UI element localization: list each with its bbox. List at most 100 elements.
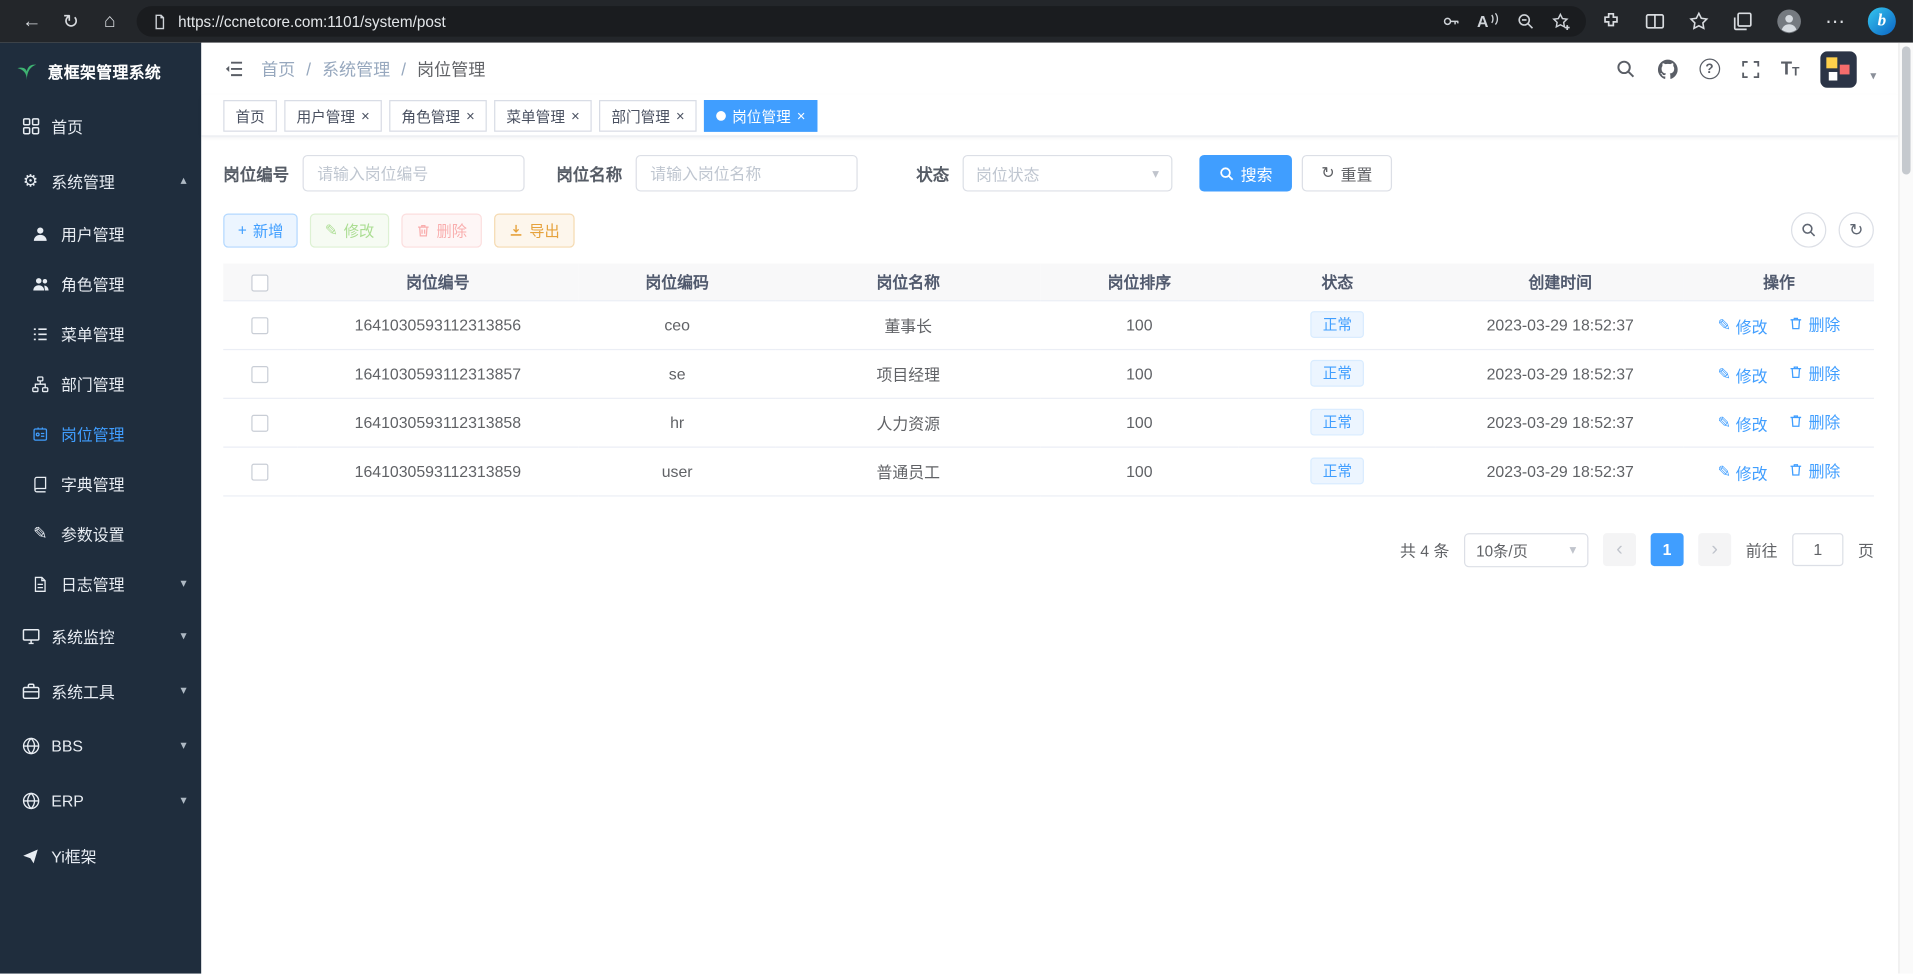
avatar-dropdown-icon[interactable]: ▾ [1870, 69, 1876, 87]
toggle-search-button[interactable] [1791, 212, 1826, 247]
sidebar-item-dictionary[interactable]: 字典管理 [0, 459, 201, 509]
post-code-input[interactable] [303, 155, 525, 192]
col-status[interactable]: 状态 [1238, 264, 1436, 301]
row-checkbox[interactable] [252, 366, 269, 383]
next-page-button[interactable]: › [1698, 533, 1731, 566]
col-post-id[interactable]: 岗位编号 [298, 264, 579, 301]
tab-departments[interactable]: 部门管理 × [599, 100, 697, 132]
sidebar-item-parameters[interactable]: ✎ 参数设置 [0, 509, 201, 559]
close-icon[interactable]: × [571, 109, 580, 124]
row-checkbox[interactable] [252, 317, 269, 334]
tab-home[interactable]: 首页 [223, 100, 277, 132]
table-row[interactable]: 1641030593112313856 ceo 董事长 100 正常 2023-… [223, 300, 1874, 349]
tab-posts[interactable]: 岗位管理 × [704, 100, 817, 132]
extensions-icon[interactable] [1601, 11, 1622, 32]
close-icon[interactable]: × [676, 109, 685, 124]
split-screen-icon[interactable] [1645, 11, 1666, 32]
app-logo[interactable]: 意框架管理系统 [0, 43, 201, 99]
breadcrumb: 首页 / 系统管理 / 岗位管理 [261, 57, 485, 81]
tab-menus[interactable]: 菜单管理 × [494, 100, 592, 132]
breadcrumb-separator: / [306, 59, 311, 79]
table-row[interactable]: 1641030593112313858 hr 人力资源 100 正常 2023-… [223, 398, 1874, 447]
refresh-table-button[interactable]: ↻ [1839, 212, 1874, 247]
tab-users[interactable]: 用户管理 × [284, 100, 382, 132]
sidebar-item-yi-framework[interactable]: Yi框架 [0, 828, 201, 883]
row-edit-link[interactable]: ✎修改 [1718, 314, 1768, 337]
sidebar-collapse-icon[interactable] [223, 59, 244, 80]
favorites-bar-icon[interactable] [1688, 11, 1709, 32]
select-all-checkbox[interactable] [252, 274, 269, 291]
row-delete-link[interactable]: 删除 [1789, 458, 1840, 481]
row-delete-link[interactable]: 删除 [1789, 312, 1840, 335]
bing-copilot-icon[interactable]: b [1868, 7, 1896, 35]
breadcrumb-system[interactable]: 系统管理 [322, 57, 390, 81]
reset-button[interactable]: ↻ 重置 [1302, 155, 1392, 192]
github-icon[interactable] [1656, 58, 1678, 80]
post-name-input[interactable] [636, 155, 858, 192]
status-select[interactable]: 岗位状态 ▾ [963, 155, 1173, 192]
prev-page-button[interactable]: ‹ [1603, 533, 1636, 566]
dashboard-icon [21, 117, 41, 135]
col-post-code[interactable]: 岗位编码 [578, 264, 776, 301]
breadcrumb-home[interactable]: 首页 [261, 57, 295, 81]
current-page-button[interactable]: 1 [1651, 533, 1684, 566]
row-delete-link[interactable]: 删除 [1789, 409, 1840, 432]
sidebar-item-departments[interactable]: 部门管理 [0, 359, 201, 409]
col-post-name[interactable]: 岗位名称 [776, 264, 1040, 301]
row-edit-link[interactable]: ✎修改 [1718, 363, 1768, 386]
goto-page-input[interactable] [1792, 533, 1843, 566]
password-key-icon[interactable] [1442, 12, 1460, 30]
tab-roles[interactable]: 角色管理 × [389, 100, 487, 132]
help-icon[interactable]: ? [1699, 59, 1720, 80]
page-size-select[interactable]: 10条/页 ▾ [1464, 533, 1588, 567]
app-title: 意框架管理系统 [48, 59, 162, 82]
add-button[interactable]: + 新增 [223, 213, 298, 247]
favorite-star-icon[interactable] [1552, 12, 1572, 32]
goto-label: 前往 [1746, 538, 1778, 561]
table-row[interactable]: 1641030593112313857 se 项目经理 100 正常 2023-… [223, 349, 1874, 398]
zoom-out-icon[interactable] [1516, 12, 1534, 30]
sidebar-item-monitoring[interactable]: 系统监控 ▾ [0, 609, 201, 664]
col-created[interactable]: 创建时间 [1436, 264, 1684, 301]
profile-avatar-icon[interactable] [1776, 9, 1802, 35]
row-checkbox[interactable] [252, 415, 269, 432]
edit-button[interactable]: ✎ 修改 [310, 213, 389, 247]
sidebar-item-menus[interactable]: 菜单管理 [0, 309, 201, 359]
user-avatar[interactable] [1820, 51, 1857, 88]
url-text[interactable]: https://ccnetcore.com:1101/system/post [178, 13, 1441, 30]
sidebar-item-home[interactable]: 首页 [0, 99, 201, 154]
read-aloud-icon[interactable]: A [1477, 12, 1499, 30]
sidebar-item-erp[interactable]: ERP ▾ [0, 773, 201, 828]
browser-refresh-button[interactable]: ↻ [51, 4, 90, 38]
close-icon[interactable]: × [797, 109, 806, 124]
row-edit-link[interactable]: ✎修改 [1718, 412, 1768, 435]
font-size-icon[interactable]: TT [1781, 59, 1800, 80]
close-icon[interactable]: × [466, 109, 475, 124]
table-row[interactable]: 1641030593112313859 user 普通员工 100 正常 202… [223, 447, 1874, 496]
site-info-icon[interactable] [151, 13, 168, 30]
fullscreen-icon[interactable] [1741, 59, 1761, 79]
delete-button[interactable]: 删除 [401, 213, 482, 247]
browser-home-button[interactable]: ⌂ [90, 4, 129, 38]
sidebar-item-system[interactable]: ⚙ 系统管理 ▴ [0, 154, 201, 209]
export-button[interactable]: 导出 [494, 213, 575, 247]
sidebar-item-bbs[interactable]: BBS ▾ [0, 719, 201, 774]
sidebar-item-tools[interactable]: 系统工具 ▾ [0, 664, 201, 719]
search-icon[interactable] [1615, 59, 1636, 80]
col-post-sort[interactable]: 岗位排序 [1040, 264, 1238, 301]
browser-back-button[interactable]: ← [12, 4, 51, 38]
collections-icon[interactable] [1732, 11, 1753, 32]
row-delete-link[interactable]: 删除 [1789, 361, 1840, 384]
scrollbar-thumb[interactable] [1902, 46, 1911, 174]
address-bar[interactable]: https://ccnetcore.com:1101/system/post A [137, 6, 1586, 37]
sidebar-item-posts[interactable]: 岗位管理 [0, 409, 201, 459]
search-button[interactable]: 搜索 [1199, 155, 1292, 192]
close-icon[interactable]: × [361, 109, 370, 124]
sidebar-item-users[interactable]: 用户管理 [0, 209, 201, 259]
row-edit-link[interactable]: ✎修改 [1718, 461, 1768, 484]
row-checkbox[interactable] [252, 463, 269, 480]
vertical-scrollbar[interactable] [1898, 43, 1913, 974]
sidebar-item-logs[interactable]: 日志管理 ▾ [0, 559, 201, 609]
browser-menu-icon[interactable]: ⋯ [1825, 4, 1845, 38]
sidebar-item-roles[interactable]: 角色管理 [0, 259, 201, 309]
